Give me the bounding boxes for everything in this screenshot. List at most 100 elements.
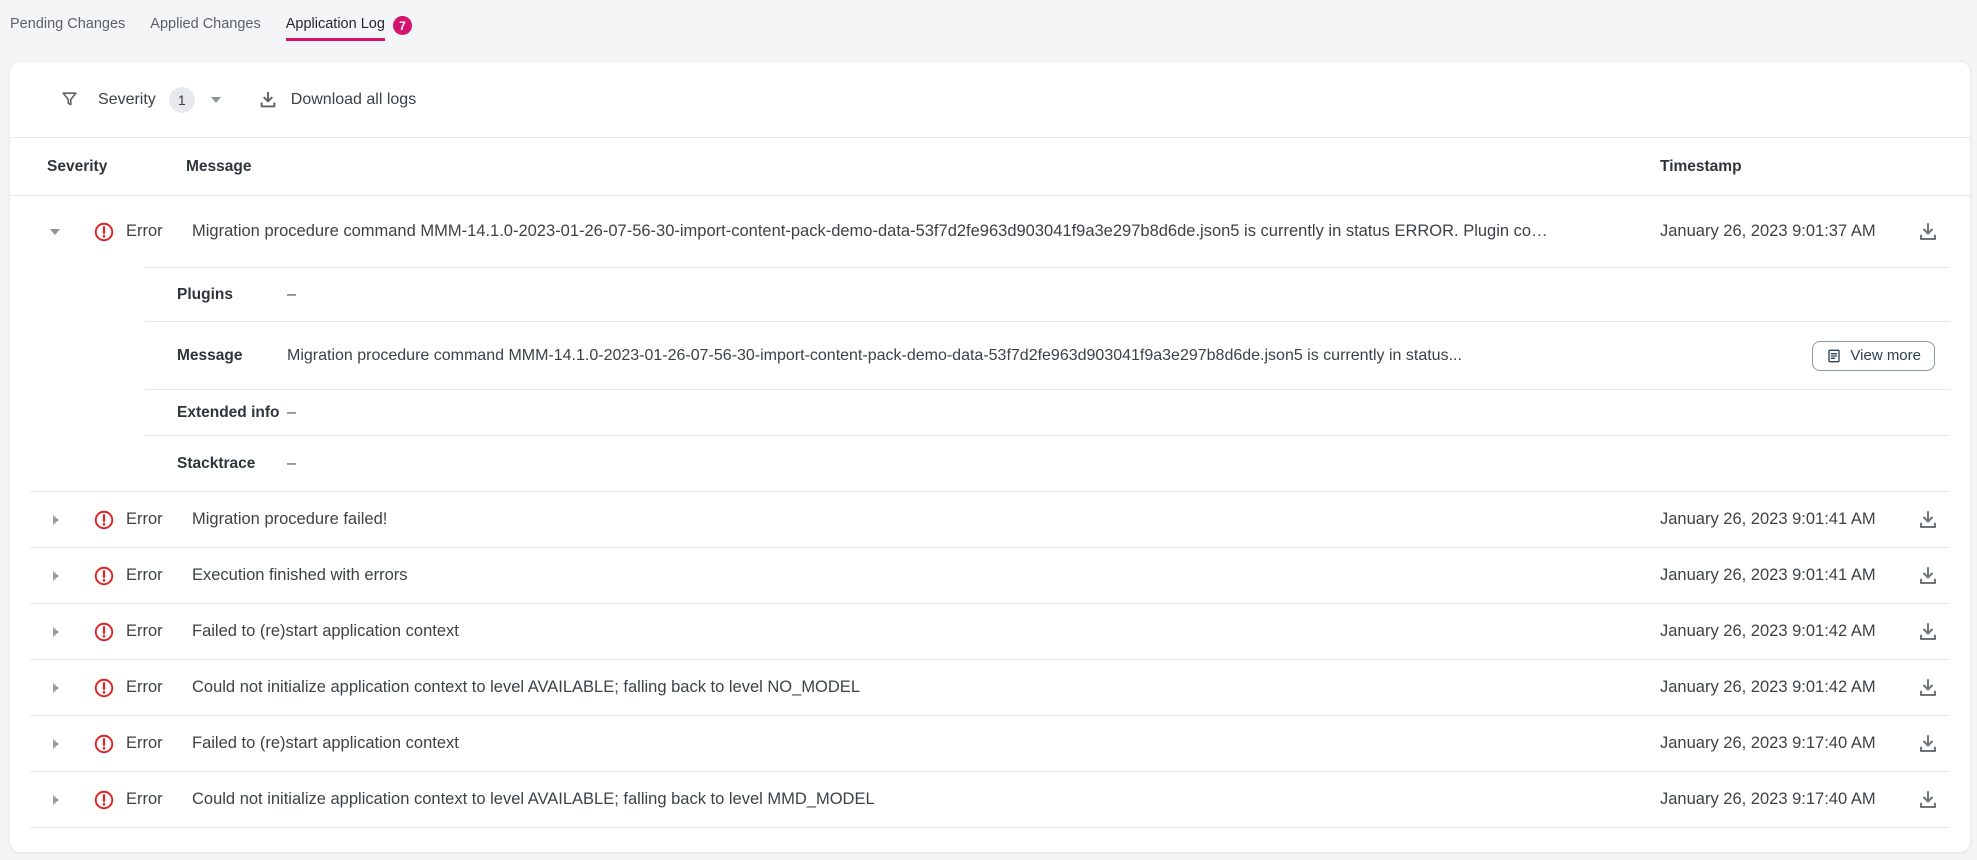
chevron-collapsed-icon — [48, 737, 62, 751]
severity-label: Error — [126, 566, 192, 585]
filter-count-badge: 1 — [169, 87, 195, 113]
log-row[interactable]: Error Could not initialize application c… — [10, 660, 1970, 715]
severity-label: Error — [126, 222, 192, 241]
chevron-collapsed-icon — [48, 625, 62, 639]
error-icon — [82, 221, 126, 243]
column-header-severity: Severity — [47, 158, 186, 176]
expand-row-button[interactable] — [48, 737, 82, 751]
chevron-collapsed-icon — [48, 513, 62, 527]
error-icon — [82, 789, 126, 811]
download-log-button[interactable] — [1906, 612, 1950, 652]
download-icon — [257, 89, 279, 111]
detail-value: Migration procedure command MMM-14.1.0-2… — [287, 347, 1812, 365]
tab-label: Pending Changes — [10, 16, 125, 41]
filter-label: Severity — [98, 91, 156, 109]
severity-filter-dropdown[interactable]: Severity 1 — [60, 87, 222, 113]
chevron-collapsed-icon — [48, 681, 62, 695]
download-icon — [1916, 620, 1940, 644]
detail-row-stacktrace: Stacktrace – — [10, 436, 1970, 491]
view-more-button[interactable]: View more — [1812, 341, 1935, 371]
tab-label: Applied Changes — [150, 16, 260, 41]
expand-row-button[interactable] — [48, 569, 82, 583]
log-timestamp: January 26, 2023 9:01:42 AM — [1660, 622, 1906, 641]
download-icon — [1916, 732, 1940, 756]
severity-label: Error — [126, 678, 192, 697]
log-timestamp: January 26, 2023 9:01:41 AM — [1660, 510, 1906, 529]
log-message: Could not initialize application context… — [192, 678, 1660, 697]
log-count-badge: 7 — [393, 16, 412, 35]
download-icon — [1916, 788, 1940, 812]
log-message: Failed to (re)start application context — [192, 622, 1660, 641]
download-log-button[interactable] — [1906, 500, 1950, 540]
detail-label: Stacktrace — [177, 455, 287, 473]
log-row[interactable]: Error Failed to (re)start application co… — [10, 716, 1970, 771]
tab-pending-changes[interactable]: Pending Changes — [10, 16, 125, 41]
tab-application-log[interactable]: Application Log 7 — [286, 16, 412, 41]
detail-value: – — [287, 455, 1935, 473]
chevron-expanded-icon — [48, 225, 62, 239]
log-message: Failed to (re)start application context — [192, 734, 1660, 753]
download-icon — [1916, 508, 1940, 532]
detail-row-extended-info: Extended info – — [10, 390, 1970, 435]
row-divider — [30, 827, 1950, 828]
severity-label: Error — [126, 734, 192, 753]
expand-row-button[interactable] — [48, 681, 82, 695]
log-row[interactable]: Error Execution finished with errors Jan… — [10, 548, 1970, 603]
error-icon — [82, 565, 126, 587]
detail-value: – — [287, 404, 1935, 422]
download-log-button[interactable] — [1906, 780, 1950, 820]
severity-label: Error — [126, 622, 192, 641]
log-message: Migration procedure command MMM-14.1.0-2… — [192, 222, 1660, 241]
chevron-down-icon — [210, 96, 222, 104]
download-icon — [1916, 676, 1940, 700]
log-row[interactable]: Error Migration procedure failed! Januar… — [10, 492, 1970, 547]
application-log-panel: Severity 1 Download all logs Severity Me… — [10, 62, 1970, 852]
download-icon — [1916, 220, 1940, 244]
download-log-button[interactable] — [1906, 556, 1950, 596]
detail-value: – — [287, 286, 1935, 304]
detail-row-message: Message Migration procedure command MMM-… — [10, 322, 1970, 389]
download-log-button[interactable] — [1906, 724, 1950, 764]
error-icon — [82, 509, 126, 531]
severity-label: Error — [126, 790, 192, 809]
detail-row-plugins: Plugins – — [10, 268, 1970, 321]
log-timestamp: January 26, 2023 9:01:41 AM — [1660, 566, 1906, 585]
table-header: Severity Message Timestamp — [10, 138, 1970, 195]
filter-icon — [60, 90, 79, 109]
download-all-logs-button[interactable]: Download all logs — [257, 89, 416, 111]
expand-row-button[interactable] — [48, 513, 82, 527]
log-timestamp: January 26, 2023 9:01:37 AM — [1660, 222, 1906, 241]
download-log-button[interactable] — [1906, 668, 1950, 708]
detail-label: Message — [177, 347, 287, 365]
severity-label: Error — [126, 510, 192, 529]
log-timestamp: January 26, 2023 9:17:40 AM — [1660, 734, 1906, 753]
log-row[interactable]: Error Could not initialize application c… — [10, 772, 1970, 827]
tab-label: Application Log — [286, 16, 385, 41]
expand-row-button[interactable] — [48, 625, 82, 639]
error-icon — [82, 677, 126, 699]
error-icon — [82, 733, 126, 755]
chevron-collapsed-icon — [48, 569, 62, 583]
column-header-timestamp: Timestamp — [1660, 158, 1906, 176]
detail-label: Plugins — [177, 286, 287, 304]
download-icon — [1916, 564, 1940, 588]
tab-applied-changes[interactable]: Applied Changes — [150, 16, 260, 41]
download-all-label: Download all logs — [291, 91, 416, 109]
download-log-button[interactable] — [1906, 212, 1950, 252]
log-message: Migration procedure failed! — [192, 510, 1660, 529]
log-message: Could not initialize application context… — [192, 790, 1660, 809]
view-more-label: View more — [1850, 347, 1921, 364]
detail-label: Extended info — [177, 404, 287, 422]
collapse-row-button[interactable] — [48, 225, 82, 239]
column-header-message: Message — [186, 158, 1660, 176]
expand-row-button[interactable] — [48, 793, 82, 807]
log-message: Execution finished with errors — [192, 566, 1660, 585]
log-timestamp: January 26, 2023 9:17:40 AM — [1660, 790, 1906, 809]
tab-bar: Pending Changes Applied Changes Applicat… — [0, 0, 412, 50]
error-icon — [82, 621, 126, 643]
log-timestamp: January 26, 2023 9:01:42 AM — [1660, 678, 1906, 697]
log-row[interactable]: Error Failed to (re)start application co… — [10, 604, 1970, 659]
log-toolbar: Severity 1 Download all logs — [10, 62, 1970, 137]
document-icon — [1826, 348, 1842, 364]
log-row-expanded[interactable]: Error Migration procedure command MMM-14… — [10, 196, 1970, 267]
